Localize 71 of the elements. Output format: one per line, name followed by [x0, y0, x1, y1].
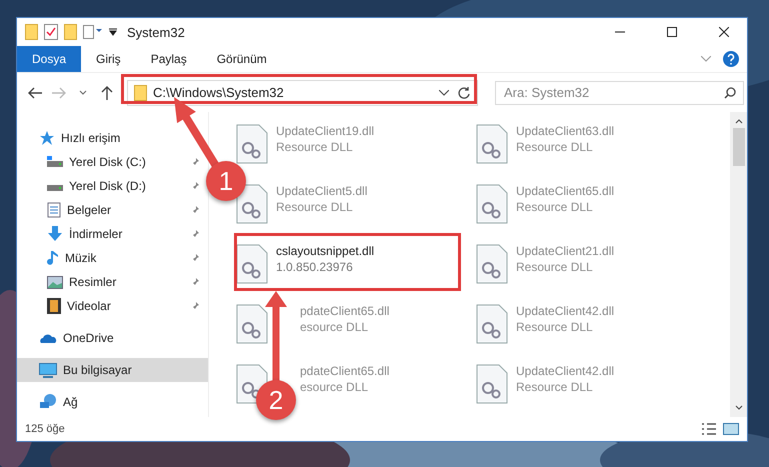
- file-detail: esource DLL: [300, 380, 370, 394]
- file-gears-icon: [476, 244, 508, 284]
- document-icon: [47, 202, 61, 218]
- search-icon[interactable]: [724, 86, 736, 98]
- address-field[interactable]: C:\Windows\System32: [127, 80, 478, 106]
- chevron-down-icon[interactable]: [734, 405, 742, 411]
- sidebar-item[interactable]: İndirmeler: [17, 222, 208, 246]
- address-text: C:\Windows\System32: [153, 85, 285, 100]
- window-title: System32: [127, 24, 185, 40]
- cloud-icon: [39, 332, 57, 344]
- help-icon[interactable]: [723, 51, 739, 67]
- ribbon-tab[interactable]: Paylaş: [136, 46, 202, 72]
- close-icon[interactable]: [719, 27, 729, 37]
- music-note-icon: [47, 250, 59, 266]
- file-gears-icon: [476, 184, 508, 224]
- chevron-down-icon[interactable]: [79, 90, 87, 96]
- ribbon-tab[interactable]: Dosya: [17, 46, 82, 72]
- network-icon: [39, 394, 57, 410]
- item-count: 125 öğe: [25, 423, 65, 435]
- file-detail: Resource DLL: [516, 200, 594, 214]
- new-folder-icon: [64, 24, 77, 40]
- file-detail: Resource DLL: [516, 320, 594, 334]
- image-icon: [47, 276, 63, 288]
- file-gears-icon: [476, 304, 508, 344]
- file-gears-icon: [236, 304, 268, 344]
- properties-icon[interactable]: [83, 25, 103, 39]
- large-icons-view-icon[interactable]: [723, 423, 739, 435]
- file-detail: Resource DLL: [516, 140, 594, 154]
- folder-icon: [134, 84, 147, 100]
- file-gears-icon: [236, 184, 268, 224]
- file-detail: Resource DLL: [516, 380, 594, 394]
- film-icon: [47, 298, 61, 314]
- sidebar-item[interactable]: Yerel Disk (D:): [17, 174, 208, 198]
- ribbon-tab[interactable]: Görünüm: [202, 46, 282, 72]
- sidebar-item[interactable]: OneDrive: [17, 326, 208, 350]
- file-detail: Resource DLL: [276, 140, 354, 154]
- download-arrow-icon: [47, 226, 63, 242]
- refresh-icon[interactable]: [457, 86, 471, 100]
- ribbon-tab[interactable]: Giriş: [81, 46, 136, 72]
- folder-icon: [25, 24, 38, 40]
- sidebar-item[interactable]: Müzik: [17, 246, 208, 270]
- star-icon: [39, 130, 55, 146]
- search-field[interactable]: Ara: System32: [495, 80, 744, 104]
- file-detail: Resource DLL: [516, 260, 594, 274]
- file-detail: 1.0.850.23976: [276, 260, 354, 274]
- back-arrow-icon[interactable]: [28, 86, 42, 98]
- sidebar-item[interactable]: Belgeler: [17, 198, 208, 222]
- sidebar-item[interactable]: Ağ: [17, 390, 208, 414]
- scrollbar-thumb[interactable]: [732, 128, 744, 166]
- sidebar-item[interactable]: Yerel Disk (C:): [17, 150, 208, 174]
- file-name[interactable]: cslayoutsnippet.dll: [276, 244, 374, 258]
- file-gears-icon: [236, 244, 268, 284]
- chevron-down-icon[interactable]: [439, 90, 449, 96]
- sidebar-item[interactable]: Bu bilgisayar: [17, 358, 208, 382]
- file-detail: esource DLL: [300, 320, 370, 334]
- file-detail: Resource DLL: [276, 200, 354, 214]
- scrollbar[interactable]: [730, 112, 747, 417]
- file-gears-icon: [236, 124, 268, 164]
- up-arrow-icon[interactable]: [101, 86, 113, 100]
- sidebar-item[interactable]: Resimler: [17, 270, 208, 294]
- file-gears-icon: [476, 124, 508, 164]
- checklist-icon[interactable]: [44, 24, 58, 40]
- details-view-icon[interactable]: [701, 423, 717, 435]
- sidebar-item[interactable]: Hızlı erişim: [17, 126, 208, 150]
- chevron-up-icon[interactable]: [734, 118, 742, 124]
- maximize-icon[interactable]: [667, 27, 677, 37]
- sidebar-item[interactable]: Videolar: [17, 294, 208, 318]
- drive-icon: [47, 156, 63, 168]
- dropdown-icon[interactable]: [109, 28, 117, 36]
- file-gears-icon: [476, 364, 508, 404]
- monitor-icon: [39, 362, 57, 378]
